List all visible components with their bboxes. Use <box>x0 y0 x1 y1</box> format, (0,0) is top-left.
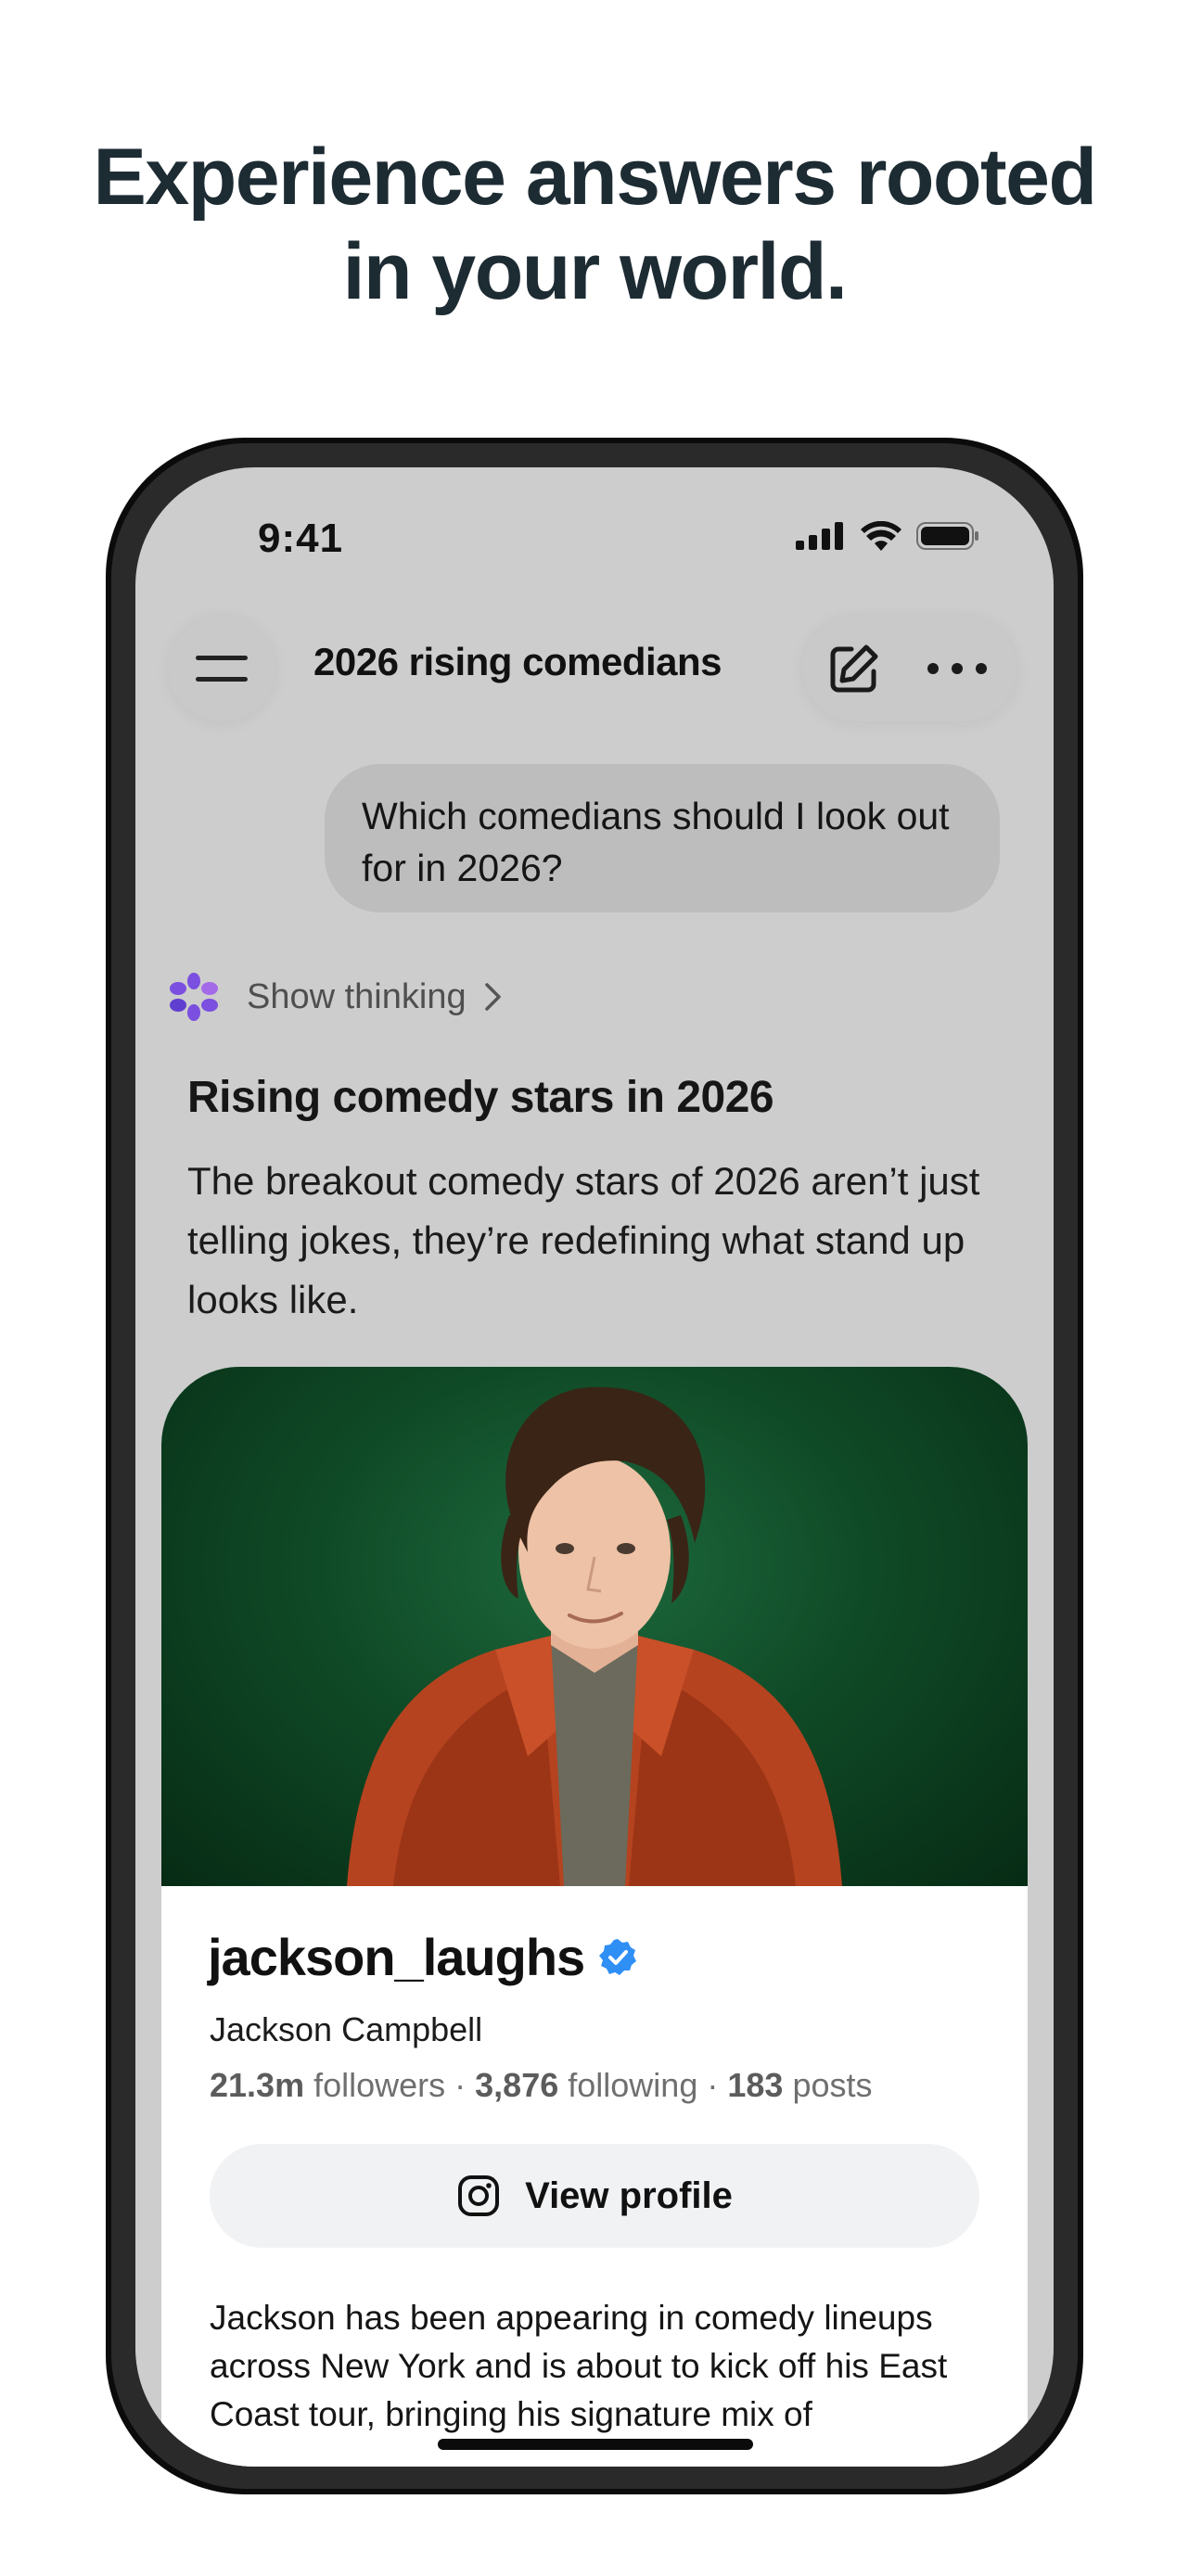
followers-label: followers <box>313 2066 446 2104</box>
profile-card[interactable]: jackson_laughs Jackson Campbell 21.3m fo… <box>161 1367 1028 2467</box>
signal-icon <box>796 522 843 550</box>
menu-button[interactable] <box>169 616 275 721</box>
profile-full-name: Jackson Campbell <box>210 2010 483 2048</box>
profile-stats: 21.3m followers · 3,876 following · 183 … <box>210 2066 873 2105</box>
posts-label: posts <box>792 2066 873 2104</box>
more-icon[interactable] <box>924 655 991 682</box>
profile-photo <box>161 1367 1028 1886</box>
status-icons <box>796 521 979 551</box>
username-row: jackson_laughs <box>208 1927 638 1987</box>
edit-icon[interactable] <box>825 642 881 697</box>
verified-badge-icon <box>599 1938 637 1975</box>
phone-screen: 9:41 2026 rising comedians Which comedia… <box>135 467 1054 2467</box>
posts-count: 183 <box>727 2066 784 2104</box>
profile-username: jackson_laughs <box>208 1928 585 1986</box>
action-pill <box>803 616 1016 721</box>
answer-heading: Rising comedy stars in 2026 <box>187 1073 774 1122</box>
following-count: 3,876 <box>475 2066 559 2104</box>
answer-body: The breakout comedy stars of 2026 aren’t… <box>187 1159 980 1321</box>
stats-separator: · <box>697 2066 728 2104</box>
instagram-icon <box>458 2175 500 2216</box>
headline-line-2: in your world. <box>342 227 848 316</box>
battery-icon <box>916 522 978 550</box>
hamburger-menu-icon <box>196 656 248 682</box>
headline-line-1: Experience answers rooted <box>93 133 1097 222</box>
followers-count: 21.3m <box>210 2066 305 2104</box>
stats-separator: · <box>445 2066 476 2104</box>
profile-card-body: jackson_laughs Jackson Campbell 21.3m fo… <box>161 1886 1028 2467</box>
show-thinking-toggle[interactable]: Show thinking <box>169 972 504 1022</box>
following-label: following <box>568 2066 698 2104</box>
user-message-bubble: Which comedians should I look out for in… <box>325 764 1000 912</box>
status-time: 9:41 <box>258 516 344 561</box>
view-profile-button[interactable]: View profile <box>210 2144 979 2248</box>
chevron-right-icon <box>484 983 501 1011</box>
chat-title: 2026 rising comedians <box>313 640 722 683</box>
home-indicator <box>438 2439 753 2450</box>
profile-description: Jackson has been appearing in comedy lin… <box>210 2299 948 2433</box>
ai-sparkle-icon <box>170 973 218 1021</box>
wifi-icon <box>861 521 901 551</box>
view-profile-label: View profile <box>525 2174 733 2216</box>
headline: Experience answers rooted in your world. <box>0 130 1189 319</box>
show-thinking-label: Show thinking <box>247 976 467 1016</box>
